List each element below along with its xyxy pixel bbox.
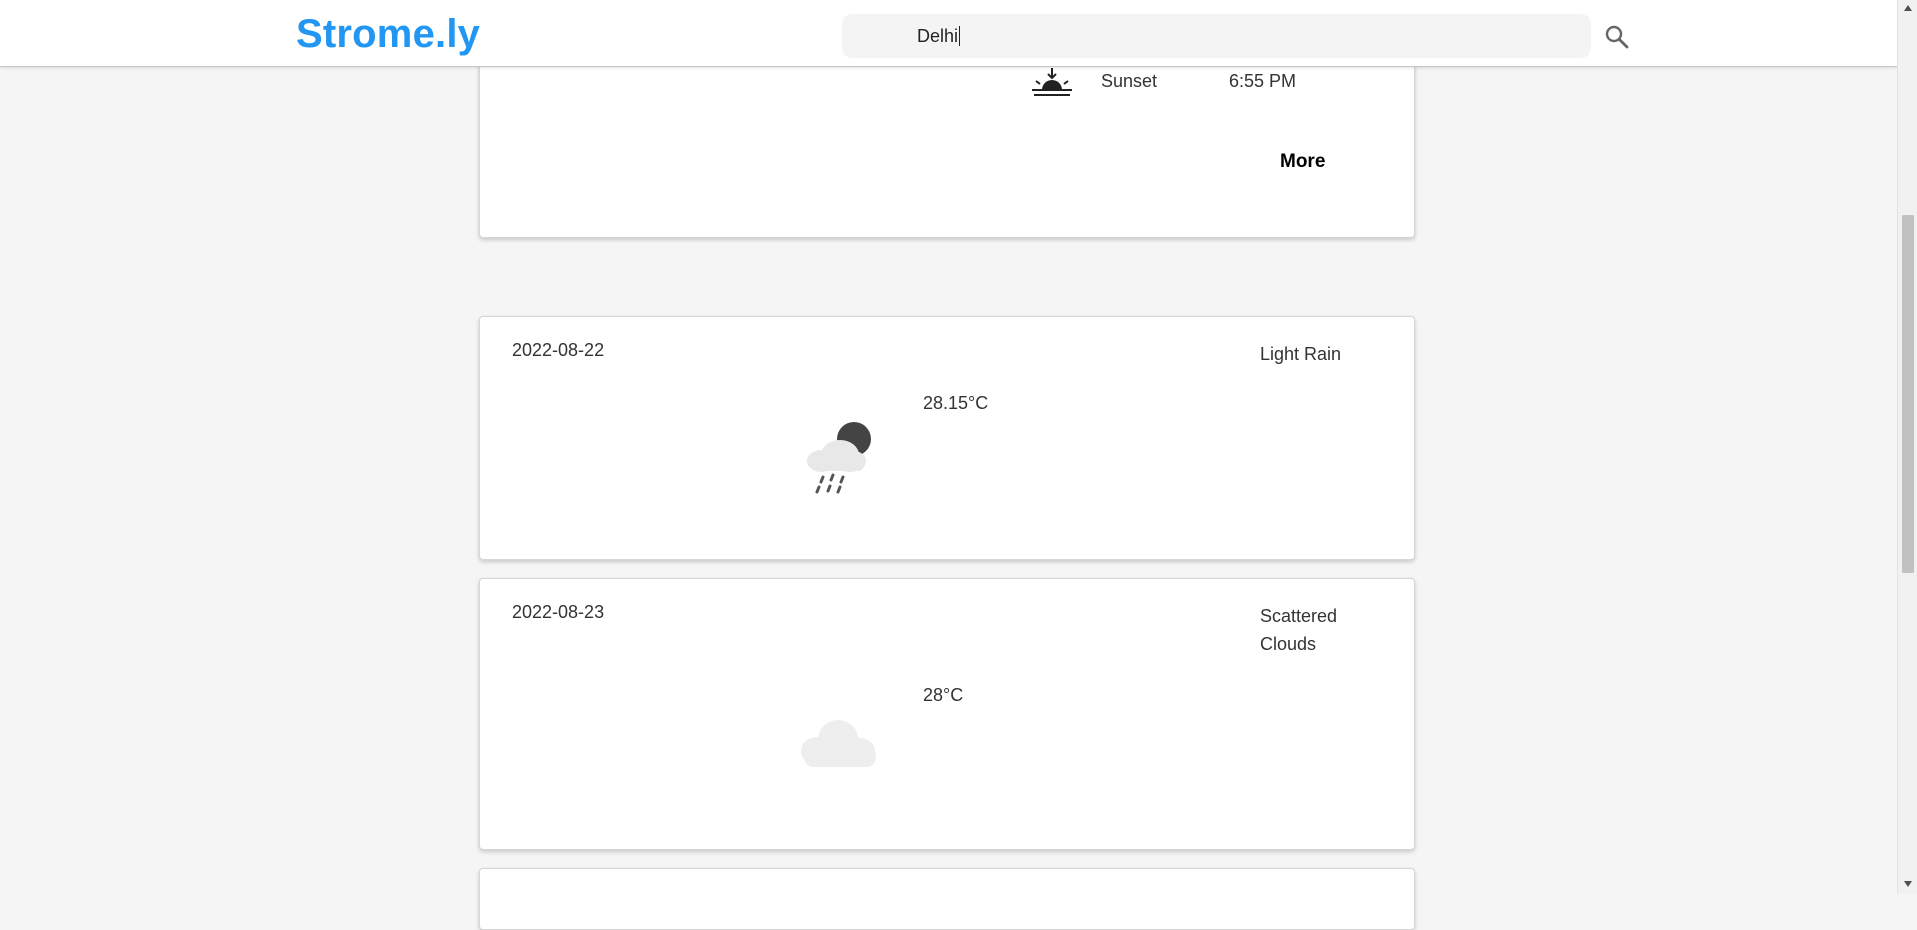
sunset-icon: [1032, 68, 1072, 96]
search-input[interactable]: Delhi: [842, 14, 1591, 58]
sunset-time: 6:55 PM: [1229, 71, 1297, 91]
more-button[interactable]: More: [1280, 151, 1325, 173]
forecast-card: 2022-08-23 Scattered Clouds 28°C: [479, 578, 1415, 850]
scrollbar-thumb[interactable]: [1902, 215, 1914, 573]
cloud-icon: [801, 720, 876, 767]
vertical-scrollbar[interactable]: [1897, 0, 1917, 894]
forecast-condition: Scattered Clouds: [1260, 606, 1338, 654]
forecast-temperature: 28°C: [923, 685, 964, 705]
scroll-down-icon[interactable]: [1903, 880, 1913, 888]
search-icon[interactable]: [1604, 24, 1630, 50]
forecast-card: [479, 868, 1415, 930]
forecast-temperature: 28.15°C: [923, 393, 989, 413]
forecast-date: 2022-08-22: [512, 340, 605, 360]
forecast-date: 2022-08-23: [512, 602, 605, 622]
today-card: Sunset 6:55 PM More: [479, 40, 1415, 238]
forecast-condition: Light Rain: [1260, 344, 1342, 364]
rain-night-icon: [807, 422, 871, 494]
site-logo[interactable]: Strome.ly: [296, 12, 480, 57]
forecast-card: 2022-08-22 Light Rain 28.15°C: [479, 316, 1415, 560]
search-input-value[interactable]: Delhi: [917, 26, 960, 47]
top-bar: Strome.ly Delhi: [0, 0, 1897, 67]
scroll-up-icon[interactable]: [1903, 4, 1913, 12]
sunset-label: Sunset: [1101, 71, 1158, 91]
